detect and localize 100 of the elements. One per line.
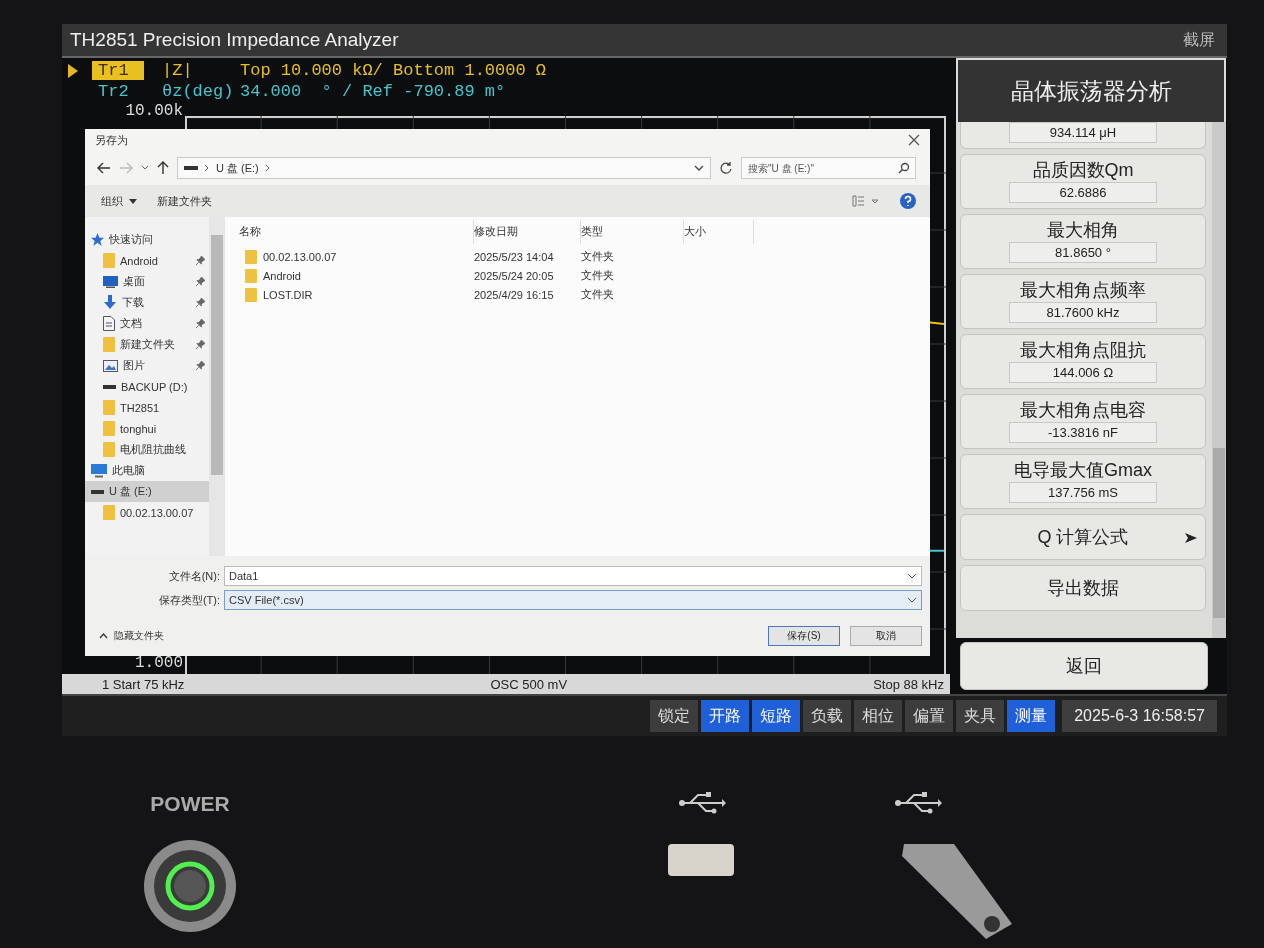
- navigation-item[interactable]: 此电脑: [85, 460, 209, 481]
- window-title: TH2851 Precision Impedance Analyzer: [70, 29, 400, 51]
- function-key[interactable]: 夹具: [956, 700, 1005, 732]
- folder-icon: [245, 249, 257, 264]
- measurement-label: 最大相角点阻抗: [1020, 339, 1146, 362]
- star-icon: [91, 233, 104, 246]
- file-type: 文件夹: [581, 249, 615, 264]
- trace-label[interactable]: Tr2: [92, 82, 144, 101]
- navigation-item[interactable]: TH2851: [85, 397, 209, 418]
- chevron-icon: [264, 164, 271, 172]
- navigation-item[interactable]: 新建文件夹: [85, 334, 209, 355]
- file-row[interactable]: Android 2025/5/24 20:05 文件夹: [239, 266, 930, 285]
- navigation-item[interactable]: 图片: [85, 355, 209, 376]
- cancel-button[interactable]: 取消: [850, 626, 922, 646]
- navigation-item[interactable]: U 盘 (E:): [85, 481, 209, 502]
- navigation-item[interactable]: tonghui: [85, 418, 209, 439]
- function-key[interactable]: 开路: [701, 700, 750, 732]
- measurement-value: 144.006 Ω: [1009, 362, 1157, 383]
- function-key[interactable]: 短路: [752, 700, 801, 732]
- modified-date: 2025/4/29 16:15: [474, 288, 555, 301]
- folder-icon: [103, 253, 115, 268]
- function-key[interactable]: 测量: [1007, 700, 1056, 732]
- column-header[interactable]: 名称: [239, 220, 474, 244]
- dropdown-icon[interactable]: [694, 164, 704, 172]
- measurement-label: 最大相角点电容: [1020, 399, 1146, 422]
- dropdown-icon: [907, 597, 917, 603]
- power-button-drawing[interactable]: [142, 838, 238, 934]
- address-bar[interactable]: U 盘 (E:): [177, 157, 711, 179]
- file-row[interactable]: 00.02.13.00.07 2025/5/23 14:04 文件夹: [239, 247, 930, 266]
- file-name: Android: [263, 269, 301, 282]
- save-button[interactable]: 保存(S): [768, 626, 840, 646]
- measurement-value: -13.3816 nF: [1009, 422, 1157, 443]
- scrollbar[interactable]: [209, 217, 225, 556]
- navigation-item[interactable]: 下载: [85, 292, 209, 313]
- axis-label: 10.00k: [125, 102, 183, 120]
- caret-icon: [129, 198, 137, 204]
- usb-icon: [678, 792, 726, 814]
- drive-icon: [103, 383, 116, 390]
- folder-icon: [103, 442, 115, 457]
- filename-field[interactable]: Data1: [224, 566, 922, 586]
- back-button[interactable]: 返回: [960, 642, 1208, 690]
- help-icon[interactable]: [900, 193, 916, 209]
- scrollbar[interactable]: [1212, 122, 1226, 638]
- navigation-item[interactable]: 00.02.13.00.07: [85, 502, 209, 523]
- function-key[interactable]: 偏置: [905, 700, 954, 732]
- column-header[interactable]: 修改日期: [474, 220, 581, 244]
- submenu-arrow-icon: [1185, 532, 1197, 544]
- measurement-value: 137.756 mS: [1009, 482, 1157, 503]
- screenshot-button[interactable]: 截屏: [1183, 29, 1215, 51]
- drive-icon: [91, 488, 104, 495]
- new-folder-button[interactable]: 新建文件夹: [157, 193, 212, 209]
- dropdown-icon: [907, 573, 917, 579]
- modified-date: 2025/5/24 20:05: [474, 269, 555, 282]
- measurement-value: 81.8650 °: [1009, 242, 1157, 263]
- trace-label[interactable]: Tr1: [92, 61, 144, 80]
- submenu-button[interactable]: Q 计算公式: [960, 514, 1206, 560]
- back-arrow-icon[interactable]: [97, 162, 111, 174]
- file-type-dropdown[interactable]: CSV File(*.csv): [224, 590, 922, 610]
- navigation-item[interactable]: 电机阻抗曲线: [85, 439, 209, 460]
- softkey-button[interactable]: 导出数据: [960, 565, 1206, 611]
- navigation-item[interactable]: 快速访问: [85, 229, 209, 250]
- close-icon[interactable]: [908, 134, 920, 146]
- dialog-title: 另存为: [95, 132, 128, 148]
- folder-icon: [245, 268, 257, 283]
- organize-button[interactable]: 组织: [101, 193, 137, 209]
- up-arrow-icon[interactable]: [157, 161, 169, 175]
- field-label: 文件名(N):: [167, 568, 221, 584]
- download-icon: [103, 295, 117, 310]
- measurement-label: 最大相角点频率: [1020, 279, 1146, 302]
- desktop-icon: [103, 275, 118, 288]
- navigation-item[interactable]: 文档: [85, 313, 209, 334]
- trace-scale: 34.000 ° / Ref -790.89 m°: [240, 82, 506, 101]
- column-header[interactable]: 类型: [581, 220, 684, 244]
- folder-icon: [103, 505, 115, 520]
- measurement-label: 最大相角: [1047, 219, 1119, 242]
- date-time: 2025-6-3 16:58:57: [1062, 700, 1217, 732]
- file-row[interactable]: LOST.DIR 2025/4/29 16:15 文件夹: [239, 285, 930, 304]
- navigation-item[interactable]: 桌面: [85, 271, 209, 292]
- folder-icon: [103, 421, 115, 436]
- caret-icon[interactable]: [141, 165, 149, 171]
- navigation-item[interactable]: Android: [85, 250, 209, 271]
- measurement-value: 81.7600 kHz: [1009, 302, 1157, 323]
- search-field[interactable]: 搜索"U 盘 (E:)": [741, 157, 916, 179]
- navigation-item[interactable]: BACKUP (D:): [85, 376, 209, 397]
- start-frequency: 1 Start 75 kHz: [102, 676, 185, 692]
- view-options-icon[interactable]: [852, 195, 880, 207]
- function-key[interactable]: 锁定: [650, 700, 699, 732]
- function-key[interactable]: 相位: [854, 700, 903, 732]
- function-key[interactable]: 负载: [803, 700, 852, 732]
- modified-date: 2025/5/23 14:04: [474, 250, 555, 263]
- oscillator-level: OSC 500 mV: [490, 676, 568, 692]
- address-text: U 盘 (E:): [216, 160, 259, 176]
- column-header[interactable]: 大小: [684, 220, 754, 244]
- hide-folders-toggle[interactable]: 隐藏文件夹: [85, 628, 170, 644]
- chevron-icon: [204, 164, 210, 172]
- measurement-label: 电导最大值Gmax: [1014, 459, 1152, 482]
- stop-frequency: Stop 88 kHz: [873, 676, 944, 692]
- trace-scale: Top 10.000 kΩ/ Bottom 1.0000 Ω: [240, 61, 547, 80]
- picture-icon: [103, 359, 118, 372]
- refresh-icon[interactable]: [719, 161, 733, 175]
